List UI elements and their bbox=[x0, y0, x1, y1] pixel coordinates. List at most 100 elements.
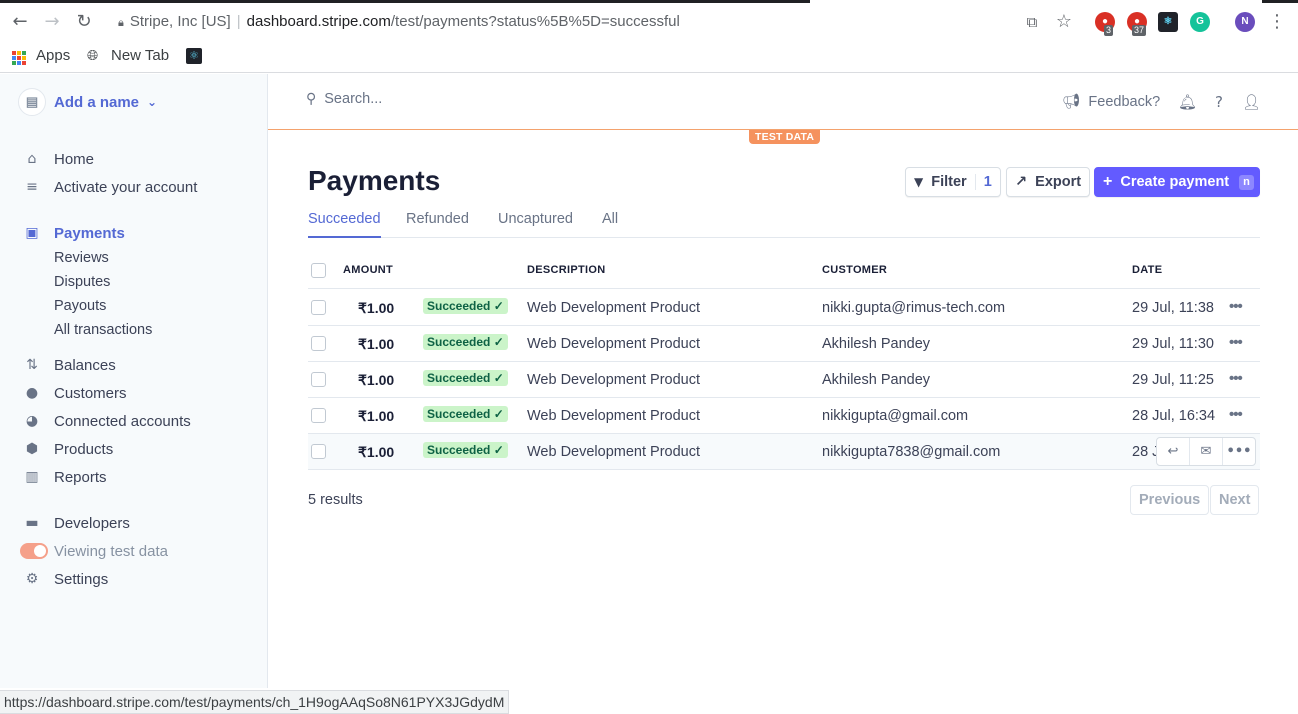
url-path: /test/payments?status%5B%5D=successful bbox=[390, 13, 680, 30]
sidebar-item-test-data-toggle[interactable]: Viewing test data bbox=[20, 539, 168, 563]
row-checkbox[interactable] bbox=[311, 336, 326, 351]
tab-all[interactable]: All bbox=[602, 211, 618, 238]
more-actions-icon[interactable]: ••• bbox=[1229, 298, 1243, 315]
account-switcher[interactable]: ▤ Add a name ⌄ bbox=[18, 88, 157, 116]
tab-succeeded[interactable]: Succeeded bbox=[308, 211, 381, 238]
sidebar-item-reports[interactable]: ▥ Reports bbox=[22, 465, 106, 489]
sidebar-item-label: Products bbox=[54, 440, 114, 458]
status-badge: Succeeded ✓ bbox=[423, 442, 508, 458]
store-icon: ▤ bbox=[18, 88, 46, 116]
row-hover-actions: ↩ ✉ ••• bbox=[1156, 437, 1256, 466]
results-count: 5 results bbox=[308, 492, 363, 508]
sidebar-item-products[interactable]: ⬢ Products bbox=[22, 437, 113, 461]
payments-icon: ▣ bbox=[25, 225, 39, 241]
date-cell: 28 Jul, 16:34 bbox=[1132, 408, 1216, 424]
feedback-button[interactable]: 📢︎ Feedback? bbox=[1062, 93, 1160, 111]
search-icon: ⚲ bbox=[306, 91, 317, 107]
filter-button[interactable]: ▼ Filter 1 bbox=[905, 167, 1001, 197]
sidebar-item-payments[interactable]: ▣ Payments bbox=[22, 221, 125, 245]
search-input[interactable]: ⚲ Search... bbox=[306, 91, 382, 107]
next-page-button[interactable]: Next bbox=[1210, 485, 1260, 515]
more-actions-icon[interactable]: ••• bbox=[1223, 438, 1255, 465]
customer-cell: Akhilesh Pandey bbox=[822, 372, 931, 388]
sidebar-item-balances[interactable]: ⇅ Balances bbox=[22, 353, 116, 377]
back-icon[interactable]: ← bbox=[9, 11, 31, 33]
address-bar[interactable]: 🔒︎ Stripe, Inc [US] | dashboard.stripe.com/… bbox=[118, 11, 680, 33]
customer-cell: Akhilesh Pandey bbox=[822, 336, 931, 352]
row-checkbox[interactable] bbox=[311, 444, 326, 459]
tab-uncaptured[interactable]: Uncaptured bbox=[498, 211, 573, 238]
bell-icon[interactable]: 🔔︎ bbox=[1178, 93, 1197, 111]
table-row[interactable]: ₹1.00 Succeeded ✓ Web Development Produc… bbox=[308, 326, 1260, 362]
more-actions-icon[interactable]: ••• bbox=[1229, 406, 1243, 423]
row-checkbox[interactable] bbox=[311, 300, 326, 315]
reload-icon[interactable]: ↻ bbox=[73, 11, 95, 33]
row-checkbox[interactable] bbox=[311, 408, 326, 423]
more-actions-icon[interactable]: ••• bbox=[1229, 334, 1243, 351]
forward-icon[interactable]: → bbox=[41, 11, 63, 33]
status-badge: Succeeded ✓ bbox=[423, 298, 508, 314]
sidebar-item-label: Connected accounts bbox=[54, 412, 191, 430]
column-header-amount[interactable]: AMOUNT bbox=[343, 264, 393, 276]
table-row[interactable]: ₹1.00 Succeeded ✓ Web Development Produc… bbox=[308, 290, 1260, 326]
user-icon[interactable]: 👤︎ bbox=[1242, 93, 1261, 111]
column-header-description[interactable]: DESCRIPTION bbox=[527, 264, 605, 276]
help-icon[interactable]: ? bbox=[1210, 93, 1228, 111]
customer-cell: nikki.gupta@rimus-tech.com bbox=[822, 300, 1006, 316]
sidebar-subitem-all-transactions[interactable]: All transactions bbox=[54, 319, 152, 341]
description-cell: Web Development Product bbox=[527, 408, 701, 424]
amount-cell: ₹1.00 bbox=[358, 408, 395, 424]
filter-count: 1 bbox=[974, 174, 992, 190]
export-label: Export bbox=[1035, 174, 1082, 190]
translate-icon[interactable]: ⧉ bbox=[1021, 11, 1043, 33]
sidebar-subitem-disputes[interactable]: Disputes bbox=[54, 271, 110, 293]
sidebar-item-connected-accounts[interactable]: ◕ Connected accounts bbox=[22, 409, 191, 433]
sidebar-subitem-payouts[interactable]: Payouts bbox=[54, 295, 106, 317]
sidebar-item-developers[interactable]: ▬ Developers bbox=[22, 511, 130, 535]
react-bookmark-icon[interactable]: ⚛ bbox=[186, 48, 202, 64]
grammarly-icon[interactable]: G bbox=[1190, 12, 1210, 32]
profile-avatar[interactable]: N bbox=[1235, 12, 1255, 32]
sidebar-item-label: Activate your account bbox=[54, 178, 198, 196]
browser-menu-icon[interactable]: ⋮ bbox=[1266, 11, 1288, 33]
chevron-down-icon: ⌄ bbox=[147, 95, 158, 109]
sidebar-item-settings[interactable]: ⚙ Settings bbox=[22, 567, 108, 591]
bookmark-apps[interactable]: Apps bbox=[36, 45, 70, 67]
table-row[interactable]: ₹1.00 Succeeded ✓ Web Development Produc… bbox=[308, 398, 1260, 434]
filter-label: Filter bbox=[931, 174, 967, 190]
bookmark-star-icon[interactable]: ☆ bbox=[1053, 11, 1075, 33]
table-row[interactable]: ₹1.00 Succeeded ✓ Web Development Produc… bbox=[308, 434, 1260, 470]
extension-badge-1: 3 bbox=[1104, 25, 1114, 36]
column-header-date[interactable]: DATE bbox=[1132, 264, 1162, 276]
customers-icon: ● bbox=[25, 385, 39, 401]
status-badge: Succeeded ✓ bbox=[423, 370, 508, 386]
status-tabs: Succeeded Refunded Uncaptured All bbox=[308, 211, 1260, 238]
column-header-customer[interactable]: CUSTOMER bbox=[822, 264, 887, 276]
create-payment-button[interactable]: + Create payment n bbox=[1094, 167, 1260, 197]
sidebar-item-label: Home bbox=[54, 150, 95, 168]
sidebar-subitem-reviews[interactable]: Reviews bbox=[54, 247, 109, 269]
row-checkbox[interactable] bbox=[311, 372, 326, 387]
account-name: Add a name bbox=[54, 93, 140, 111]
tab-refunded[interactable]: Refunded bbox=[406, 211, 469, 238]
export-button[interactable]: ↗ Export bbox=[1006, 167, 1091, 197]
refund-icon[interactable]: ↩ bbox=[1157, 438, 1190, 465]
select-all-checkbox[interactable] bbox=[311, 263, 326, 278]
megaphone-icon: 📢︎ bbox=[1062, 94, 1081, 110]
amount-cell: ₹1.00 bbox=[358, 444, 395, 460]
amount-cell: ₹1.00 bbox=[358, 300, 395, 316]
browser-toolbar: ← → ↻ 🔒︎ Stripe, Inc [US] | dashboard.strip… bbox=[0, 3, 1298, 41]
bookmark-new-tab[interactable]: New Tab bbox=[111, 45, 169, 67]
more-actions-icon[interactable]: ••• bbox=[1229, 370, 1243, 387]
email-receipt-icon[interactable]: ✉ bbox=[1190, 438, 1223, 465]
table-row[interactable]: ₹1.00 Succeeded ✓ Web Development Produc… bbox=[308, 362, 1260, 398]
react-devtools-icon[interactable]: ⚛ bbox=[1158, 12, 1178, 32]
top-bar: ⚲ Search... 📢︎ Feedback? 🔔︎ ? 👤︎ bbox=[268, 74, 1298, 130]
test-mode-toggle[interactable] bbox=[20, 543, 48, 559]
sidebar-item-home[interactable]: ⌂ Home bbox=[22, 147, 94, 171]
previous-page-button[interactable]: Previous bbox=[1130, 485, 1210, 515]
sidebar-item-customers[interactable]: ● Customers bbox=[22, 381, 127, 405]
status-badge: Succeeded ✓ bbox=[423, 406, 508, 422]
sidebar-item-activate[interactable]: ≡ Activate your account bbox=[22, 175, 197, 199]
plus-icon: + bbox=[1103, 173, 1113, 190]
